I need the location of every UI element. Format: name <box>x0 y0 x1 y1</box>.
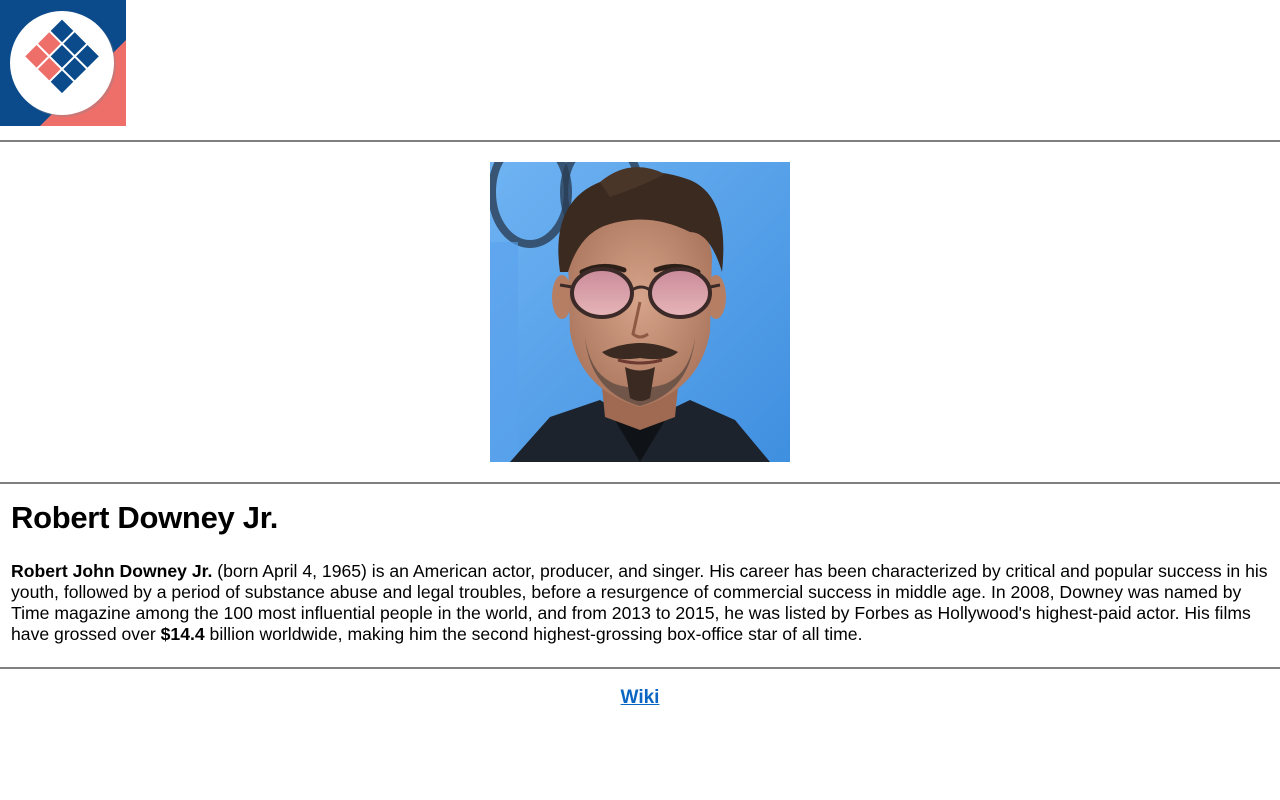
footer: Wiki <box>0 669 1280 709</box>
page-title: Robert Downey Jr. <box>11 500 279 535</box>
bio-gross-amount: $14.4 <box>160 624 205 644</box>
header <box>0 0 1280 140</box>
bio-text-part-2: billion worldwide, making him the second… <box>204 624 863 644</box>
bio-section: Robert Downey Jr. Robert John Downey Jr.… <box>0 484 1280 667</box>
diamond-grid-logo-icon[interactable] <box>0 0 126 126</box>
bio-paragraph: Robert John Downey Jr. (born April 4, 19… <box>11 561 1276 645</box>
portrait-photo <box>490 162 790 462</box>
wiki-link[interactable]: Wiki <box>621 687 660 708</box>
bio-full-name: Robert John Downey Jr. <box>11 561 213 581</box>
photo-section <box>0 142 1280 482</box>
